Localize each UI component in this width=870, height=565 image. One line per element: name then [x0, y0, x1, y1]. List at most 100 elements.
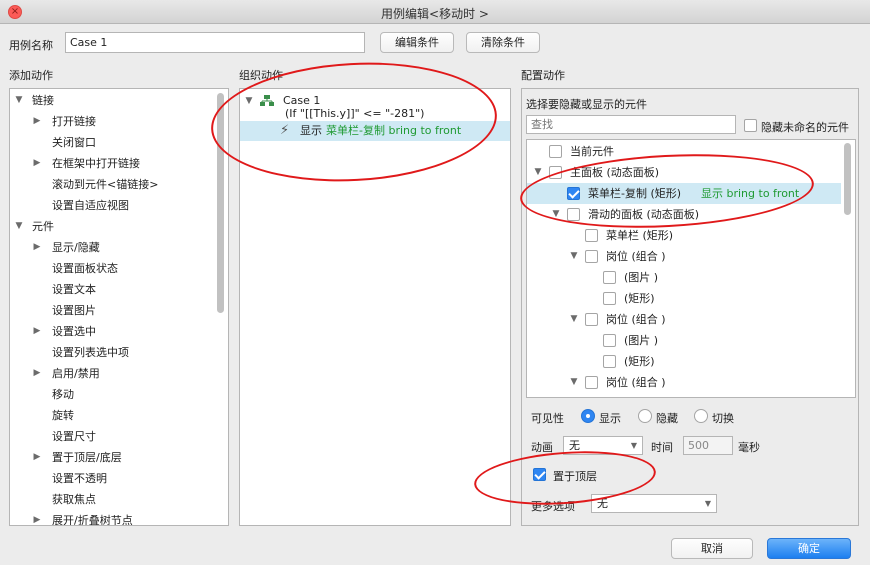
- widget-checkbox[interactable]: [603, 271, 616, 284]
- add-action-item[interactable]: ▶ 启用/禁用: [10, 363, 210, 384]
- add-action-item[interactable]: ▶ 展开/折叠树节点: [10, 510, 210, 526]
- expand-triangle-icon[interactable]: ▼: [569, 372, 579, 393]
- collapsed-triangle-icon[interactable]: ▶: [32, 510, 42, 525]
- add-actions-header: 添加动作: [9, 69, 53, 82]
- cancel-button[interactable]: 取消: [671, 538, 753, 559]
- widget-checkbox[interactable]: [603, 355, 616, 368]
- add-action-item[interactable]: 获取焦点: [10, 489, 210, 510]
- add-action-item[interactable]: ▼ 元件: [10, 216, 210, 237]
- add-action-label: 打开链接: [52, 115, 96, 128]
- widget-checkbox[interactable]: [585, 250, 598, 263]
- ok-button[interactable]: 确定: [767, 538, 851, 559]
- add-action-item[interactable]: 设置不透明: [10, 468, 210, 489]
- widget-tree-row[interactable]: 菜单栏-复制 (矩形) 显示 bring to front: [527, 183, 841, 204]
- collapsed-triangle-icon[interactable]: ▶: [32, 153, 42, 174]
- add-action-item[interactable]: 设置文本: [10, 279, 210, 300]
- add-action-item[interactable]: ▶ 设置选中: [10, 321, 210, 342]
- widget-tree-row[interactable]: (矩形): [527, 351, 841, 372]
- organize-actions-header: 组织动作: [239, 69, 283, 82]
- add-action-label: 展开/折叠树节点: [52, 514, 133, 526]
- widget-checkbox[interactable]: [549, 145, 562, 158]
- search-input[interactable]: [526, 115, 736, 134]
- hide-unnamed-checkbox[interactable]: [744, 119, 757, 132]
- add-action-item[interactable]: 滚动到元件<锚链接>: [10, 174, 210, 195]
- time-unit: 毫秒: [738, 441, 760, 454]
- collapsed-triangle-icon[interactable]: ▶: [32, 237, 42, 258]
- visibility-hide-radio[interactable]: [638, 409, 652, 423]
- time-input[interactable]: [683, 436, 733, 455]
- widget-tree-row[interactable]: ▼ 岗位 (组合 ): [527, 309, 841, 330]
- add-action-item[interactable]: 设置自适应视图: [10, 195, 210, 216]
- add-action-item[interactable]: 旋转: [10, 405, 210, 426]
- visibility-show-radio[interactable]: [581, 409, 595, 423]
- widget-tree-row[interactable]: (图片 ): [527, 267, 841, 288]
- widget-checkbox[interactable]: [567, 208, 580, 221]
- add-action-item[interactable]: 设置面板状态: [10, 258, 210, 279]
- case-name-label: 用例名称: [9, 39, 53, 52]
- add-action-item[interactable]: ▶ 打开链接: [10, 111, 210, 132]
- chevron-down-icon: ▼: [704, 499, 711, 508]
- case-icon: [260, 95, 274, 106]
- widget-label: 主面板 (动态面板): [570, 166, 660, 179]
- widget-tree-row[interactable]: (图片 ): [527, 330, 841, 351]
- expand-triangle-icon[interactable]: ▼: [569, 246, 579, 267]
- animation-label: 动画: [531, 441, 553, 454]
- expand-triangle-icon[interactable]: ▼: [551, 204, 561, 225]
- widget-tree-row[interactable]: ▼ 岗位 (组合 ): [527, 246, 841, 267]
- clear-condition-button[interactable]: 清除条件: [466, 32, 540, 53]
- widget-checkbox[interactable]: [585, 376, 598, 389]
- widget-checkbox[interactable]: [567, 187, 580, 200]
- edit-condition-button[interactable]: 编辑条件: [380, 32, 454, 53]
- add-action-label: 置于顶层/底层: [52, 451, 122, 464]
- case-name-input[interactable]: [65, 32, 365, 53]
- expand-triangle-icon[interactable]: ▼: [14, 90, 24, 111]
- widget-checkbox[interactable]: [585, 313, 598, 326]
- add-action-label: 在框架中打开链接: [52, 157, 140, 170]
- visibility-toggle-label: 切换: [712, 412, 734, 425]
- add-actions-scrollbar[interactable]: [217, 93, 224, 313]
- add-action-item[interactable]: 设置尺寸: [10, 426, 210, 447]
- config-subheader: 选择要隐藏或显示的元件: [526, 98, 647, 111]
- add-action-item[interactable]: 关闭窗口: [10, 132, 210, 153]
- title-bar: × 用例编辑<移动时 >: [0, 0, 870, 24]
- add-action-label: 关闭窗口: [52, 136, 96, 149]
- expand-triangle-icon[interactable]: ▼: [569, 309, 579, 330]
- widget-checkbox[interactable]: [549, 166, 562, 179]
- animation-select[interactable]: 无 ▼: [563, 436, 643, 455]
- widget-tree-row[interactable]: ▼ 滑动的面板 (动态面板): [527, 204, 841, 225]
- add-action-item[interactable]: ▼ 链接: [10, 90, 210, 111]
- add-action-item[interactable]: 设置列表选中项: [10, 342, 210, 363]
- collapsed-triangle-icon[interactable]: ▶: [32, 363, 42, 384]
- widget-label: (图片 ): [624, 334, 659, 347]
- add-action-label: 设置面板状态: [52, 262, 118, 275]
- widget-label: (图片 ): [624, 271, 659, 284]
- widget-tree-scrollbar[interactable]: [844, 143, 851, 215]
- bring-to-front-label: 置于顶层: [553, 470, 597, 483]
- visibility-toggle-radio[interactable]: [694, 409, 708, 423]
- add-action-item[interactable]: 设置图片: [10, 300, 210, 321]
- widget-tree: 当前元件 ▼ 主面板 (动态面板) 菜单栏-复制 (矩形) 显示 bring to fr…: [526, 139, 856, 398]
- collapsed-triangle-icon[interactable]: ▶: [32, 111, 42, 132]
- widget-checkbox[interactable]: [603, 292, 616, 305]
- widget-checkbox[interactable]: [585, 229, 598, 242]
- add-action-item[interactable]: ▶ 在框架中打开链接: [10, 153, 210, 174]
- add-action-label: 设置文本: [52, 283, 96, 296]
- add-action-item[interactable]: ▶ 显示/隐藏: [10, 237, 210, 258]
- widget-tree-row[interactable]: (矩形): [527, 288, 841, 309]
- more-options-select[interactable]: 无 ▼: [591, 494, 717, 513]
- config-actions-header: 配置动作: [521, 69, 565, 82]
- bring-to-front-checkbox[interactable]: [533, 468, 546, 481]
- widget-tree-row[interactable]: 菜单栏 (矩形): [527, 225, 841, 246]
- add-action-item[interactable]: 移动: [10, 384, 210, 405]
- expand-triangle-icon[interactable]: ▼: [244, 92, 254, 113]
- expand-triangle-icon[interactable]: ▼: [533, 162, 543, 183]
- collapsed-triangle-icon[interactable]: ▶: [32, 321, 42, 342]
- collapsed-triangle-icon[interactable]: ▶: [32, 447, 42, 468]
- widget-tree-row[interactable]: ▼ 主面板 (动态面板): [527, 162, 841, 183]
- expand-triangle-icon[interactable]: ▼: [14, 216, 24, 237]
- widget-tree-row[interactable]: ▼ 岗位 (组合 ): [527, 372, 841, 393]
- action-row[interactable]: ⚡ 显示 菜单栏-复制 bring to front: [240, 121, 510, 141]
- widget-checkbox[interactable]: [603, 334, 616, 347]
- add-action-item[interactable]: ▶ 置于顶层/底层: [10, 447, 210, 468]
- widget-tree-row[interactable]: 当前元件: [527, 141, 841, 162]
